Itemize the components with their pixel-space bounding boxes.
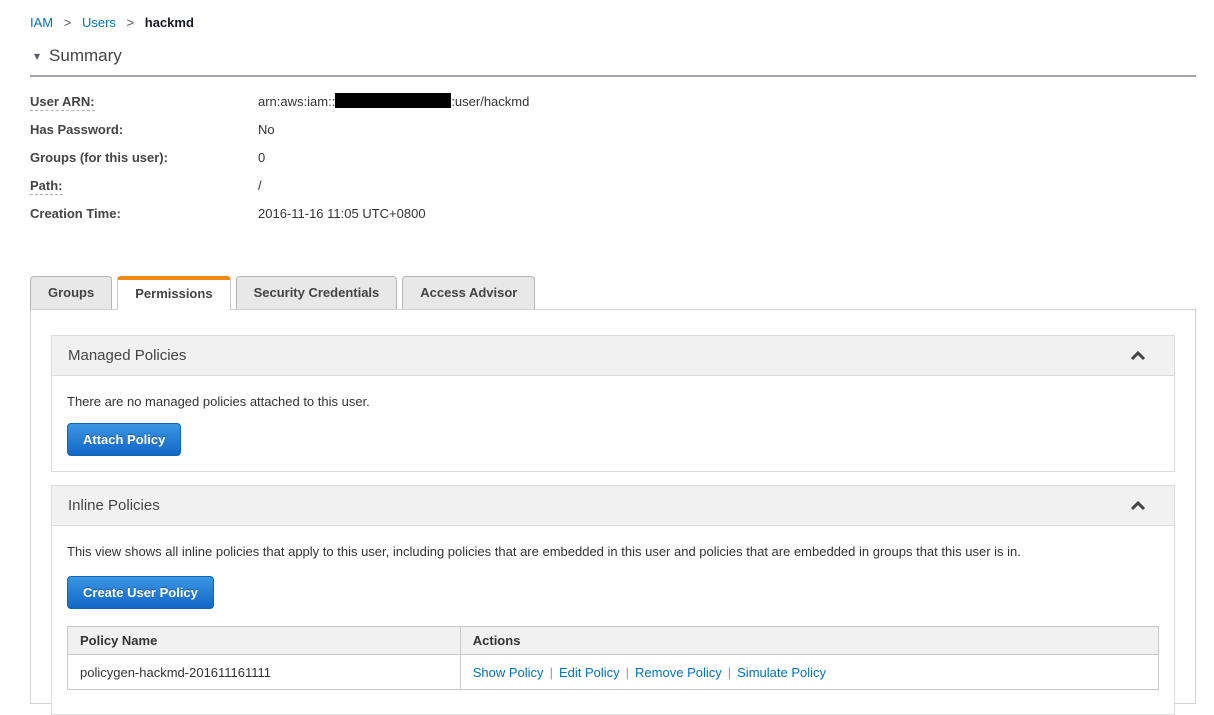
chevron-up-icon[interactable] bbox=[1130, 350, 1146, 361]
creation-time-label: Creation Time: bbox=[30, 206, 121, 221]
chevron-up-icon[interactable] bbox=[1130, 500, 1146, 511]
managed-policies-empty-message: There are no managed policies attached t… bbox=[67, 394, 370, 409]
action-separator: | bbox=[625, 664, 630, 680]
managed-policies-title: Managed Policies bbox=[68, 347, 187, 364]
show-policy-link[interactable]: Show Policy bbox=[473, 665, 544, 680]
inline-policies-title: Inline Policies bbox=[68, 497, 160, 514]
remove-policy-link[interactable]: Remove Policy bbox=[635, 665, 722, 680]
breadcrumb-separator: > bbox=[126, 15, 135, 30]
user-arn-value: arn:aws:iam:::user/hackmd bbox=[258, 88, 529, 116]
tab-security-credentials[interactable]: Security Credentials bbox=[235, 276, 398, 309]
path-label: Path: bbox=[30, 178, 63, 195]
action-separator: | bbox=[549, 664, 553, 680]
inline-policies-section: Inline Policies This view shows all inli… bbox=[51, 485, 1175, 715]
user-arn-label: User ARN: bbox=[30, 94, 95, 111]
edit-policy-link[interactable]: Edit Policy bbox=[559, 665, 620, 680]
inline-policies-body: This view shows all inline policies that… bbox=[52, 526, 1174, 714]
table-header-row: Policy Name Actions bbox=[67, 626, 1160, 655]
attach-policy-button[interactable]: Attach Policy bbox=[67, 423, 182, 456]
path-value: / bbox=[258, 178, 262, 193]
summary-section-header: ▾ Summary bbox=[30, 46, 1196, 77]
redacted-account-id bbox=[335, 93, 452, 108]
field-row-creation-time: Creation Time: 2016-11-16 11:05 UTC+0800 bbox=[30, 200, 1196, 228]
field-row-user-arn: User ARN: arn:aws:iam:::user/hackmd bbox=[30, 88, 1196, 116]
managed-policies-body: There are no managed policies attached t… bbox=[52, 376, 1174, 471]
column-header-policy-name: Policy Name bbox=[67, 626, 461, 655]
simulate-policy-link[interactable]: Simulate Policy bbox=[737, 665, 826, 680]
groups-label: Groups (for this user): bbox=[30, 150, 168, 165]
summary-fields: User ARN: arn:aws:iam:::user/hackmd Has … bbox=[30, 88, 1196, 228]
arn-prefix: arn:aws:iam:: bbox=[258, 94, 336, 109]
breadcrumb: IAM > Users > hackmd bbox=[30, 0, 1196, 30]
breadcrumb-link-iam[interactable]: IAM bbox=[30, 15, 53, 30]
field-row-has-password: Has Password: No bbox=[30, 116, 1196, 144]
create-user-policy-button[interactable]: Create User Policy bbox=[67, 576, 214, 609]
has-password-label: Has Password: bbox=[30, 122, 124, 137]
field-row-path: Path: / bbox=[30, 172, 1196, 200]
managed-policies-header[interactable]: Managed Policies bbox=[52, 336, 1174, 376]
inline-policies-header[interactable]: Inline Policies bbox=[52, 486, 1174, 526]
tab-bar: Groups Permissions Security Credentials … bbox=[30, 276, 1196, 310]
permissions-tab-panel: Managed Policies There are no managed po… bbox=[30, 309, 1196, 715]
breadcrumb-separator: > bbox=[63, 15, 72, 30]
actions-cell: Show Policy | Edit Policy | Remove Policy | Si… bbox=[459, 654, 1160, 690]
summary-title: Summary bbox=[49, 46, 122, 65]
tab-permissions[interactable]: Permissions bbox=[117, 276, 231, 310]
table-row: policygen-hackmd-201611161111 Show Polic… bbox=[67, 654, 1160, 690]
field-row-groups: Groups (for this user): 0 bbox=[30, 144, 1196, 172]
has-password-value: No bbox=[258, 122, 275, 137]
inline-policies-description: This view shows all inline policies that… bbox=[67, 544, 1021, 559]
inline-policies-table: Policy Name Actions policygen-hackmd-201… bbox=[67, 626, 1160, 690]
arn-suffix: :user/hackmd bbox=[451, 94, 530, 109]
breadcrumb-link-users[interactable]: Users bbox=[82, 15, 116, 30]
triangle-down-icon[interactable]: ▾ bbox=[34, 50, 40, 62]
creation-time-value: 2016-11-16 11:05 UTC+0800 bbox=[258, 206, 426, 221]
breadcrumb-current-user: hackmd bbox=[144, 15, 194, 30]
managed-policies-section: Managed Policies There are no managed po… bbox=[51, 335, 1175, 472]
column-header-actions: Actions bbox=[459, 626, 1160, 655]
action-separator: | bbox=[727, 664, 732, 680]
tab-access-advisor[interactable]: Access Advisor bbox=[402, 276, 536, 309]
groups-value: 0 bbox=[258, 150, 266, 165]
tab-groups[interactable]: Groups bbox=[30, 276, 113, 309]
policy-name-cell: policygen-hackmd-201611161111 bbox=[67, 654, 461, 690]
